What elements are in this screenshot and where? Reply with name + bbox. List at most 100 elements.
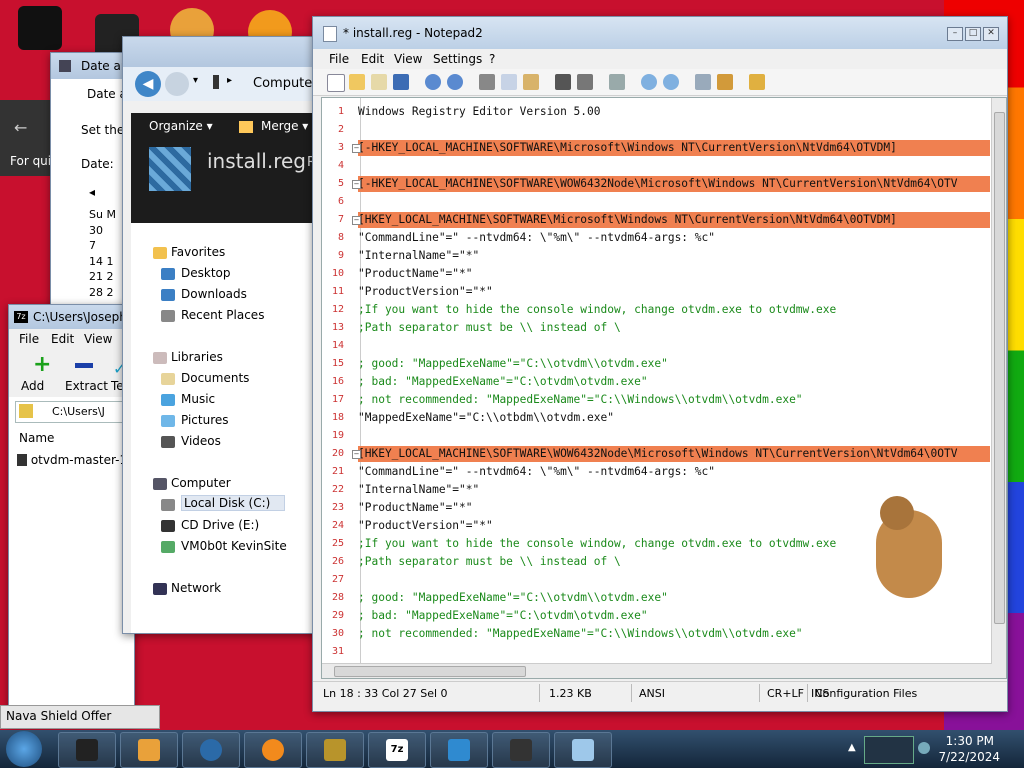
horizontal-scrollbar[interactable] bbox=[322, 663, 992, 678]
comment-line[interactable]: ; bad: "MappedExeName"="C:\otvdm\otvdm.e… bbox=[358, 608, 990, 624]
fold-toggle-icon[interactable]: − bbox=[352, 144, 361, 153]
code-line[interactable] bbox=[358, 338, 990, 354]
start-button[interactable] bbox=[6, 731, 42, 767]
code-line[interactable]: "ProductName"="*" bbox=[358, 266, 990, 282]
nav-item-downloads[interactable]: Downloads bbox=[181, 287, 247, 301]
code-line[interactable]: "CommandLine"=" --ntvdm64: \"%m\" --ntvd… bbox=[358, 230, 990, 246]
undo-icon[interactable] bbox=[425, 74, 441, 90]
explorer-window[interactable]: ◀ ▾ ▸ Computer Organize ▾ Merge ▾ instal… bbox=[122, 36, 329, 634]
sevenzip-menu-file[interactable]: File bbox=[19, 332, 39, 346]
fold-toggle-icon[interactable]: − bbox=[352, 216, 361, 225]
breadcrumb-computer[interactable]: Computer bbox=[253, 76, 318, 91]
back-arrow-icon[interactable]: ← bbox=[14, 118, 27, 137]
zoom-out-icon[interactable] bbox=[663, 74, 679, 90]
paste-icon[interactable] bbox=[523, 74, 539, 90]
open-folder-icon[interactable] bbox=[349, 74, 365, 90]
status-eol[interactable]: CR+LF bbox=[767, 687, 804, 700]
redo-icon[interactable] bbox=[447, 74, 463, 90]
fold-toggle-icon[interactable]: − bbox=[352, 450, 361, 459]
sevenzip-path-bar[interactable]: C:\Users\J bbox=[15, 401, 134, 423]
scheme-icon[interactable] bbox=[695, 74, 711, 90]
vertical-scrollbar[interactable] bbox=[991, 98, 1006, 678]
calendar-row[interactable]: 21 2 bbox=[89, 269, 116, 285]
nav-item-vm0b0t-kevinsite[interactable]: VM0b0t KevinSite bbox=[181, 539, 287, 553]
organize-button[interactable]: Organize ▾ bbox=[149, 119, 213, 133]
network-tray-icon[interactable] bbox=[918, 742, 930, 754]
registry-section-line[interactable]: [HKEY_LOCAL_MACHINE\SOFTWARE\WOW6432Node… bbox=[358, 446, 990, 462]
taskbar-app-9[interactable] bbox=[554, 732, 612, 768]
notepad2-window[interactable]: * install.reg - Notepad2 – □ ✕ File Edit… bbox=[312, 16, 1008, 712]
nava-shield-offer-bar[interactable]: Nava Shield Offer bbox=[0, 705, 160, 729]
registry-section-line[interactable]: [HKEY_LOCAL_MACHINE\SOFTWARE\Microsoft\W… bbox=[358, 212, 990, 228]
find-icon[interactable] bbox=[555, 74, 571, 90]
nav-item-favorites[interactable]: Favorites bbox=[171, 245, 225, 259]
nav-item-local-disk-c-[interactable]: Local Disk (C:) bbox=[181, 495, 286, 511]
menu-file[interactable]: File bbox=[329, 52, 349, 66]
code-line[interactable]: "ProductVersion"="*" bbox=[358, 284, 990, 300]
clock-date[interactable]: 7/22/2024 bbox=[938, 750, 1000, 764]
horizontal-scroll-thumb[interactable] bbox=[334, 666, 526, 677]
taskbar-app-3[interactable] bbox=[182, 732, 240, 768]
merge-button[interactable]: Merge ▾ bbox=[261, 119, 308, 133]
comment-line[interactable]: ;Path separator must be \\ instead of \ bbox=[358, 320, 990, 336]
taskbar-app-6[interactable]: 7z bbox=[368, 732, 426, 768]
code-line[interactable]: "MappedExeName"="C:\\otbdm\\otvdm.exe" bbox=[358, 410, 990, 426]
sevenzip-menu-view[interactable]: View bbox=[84, 332, 112, 346]
fold-toggle-icon[interactable]: − bbox=[352, 180, 361, 189]
maximize-button[interactable]: □ bbox=[965, 27, 981, 41]
code-line[interactable] bbox=[358, 194, 990, 210]
extract-button[interactable]: Extract bbox=[65, 353, 109, 393]
zoom-in-icon[interactable] bbox=[641, 74, 657, 90]
cut-icon[interactable] bbox=[479, 74, 495, 90]
nav-item-music[interactable]: Music bbox=[181, 392, 215, 406]
status-scheme[interactable]: Configuration Files bbox=[815, 687, 917, 700]
nav-item-recent-places[interactable]: Recent Places bbox=[181, 308, 264, 322]
taskbar-app-4[interactable] bbox=[244, 732, 302, 768]
menu-view[interactable]: View bbox=[394, 52, 422, 66]
new-file-icon[interactable] bbox=[327, 74, 345, 92]
vertical-scroll-thumb[interactable] bbox=[994, 112, 1005, 624]
clock-time[interactable]: 1:30 PM bbox=[946, 734, 994, 748]
nav-item-documents[interactable]: Documents bbox=[181, 371, 249, 385]
calendar-grid[interactable]: Su M 30 7 14 1 21 2 28 2 bbox=[89, 207, 116, 300]
nav-item-desktop[interactable]: Desktop bbox=[181, 266, 231, 280]
calendar-row[interactable]: 7 bbox=[89, 238, 116, 254]
calendar-row[interactable]: Su M bbox=[89, 207, 116, 223]
calendar-row[interactable]: 28 2 bbox=[89, 285, 116, 301]
calendar-row[interactable]: 30 bbox=[89, 223, 116, 239]
calendar-prev-icon[interactable]: ◂ bbox=[89, 185, 95, 199]
copy-icon[interactable] bbox=[501, 74, 517, 90]
customize-scheme-icon[interactable] bbox=[717, 74, 733, 90]
menu-edit[interactable]: Edit bbox=[361, 52, 384, 66]
sevenzip-path[interactable]: C:\Users\J bbox=[52, 405, 105, 418]
hamster-desktop-pet[interactable] bbox=[864, 496, 946, 600]
nav-item-videos[interactable]: Videos bbox=[181, 434, 221, 448]
browse-icon[interactable] bbox=[371, 74, 387, 90]
column-header-name[interactable]: Name bbox=[19, 431, 54, 445]
replace-icon[interactable] bbox=[577, 74, 593, 90]
comment-line[interactable]: ; not recommended: "MappedExeName"="C:\\… bbox=[358, 392, 990, 408]
folder-up-icon[interactable] bbox=[19, 404, 33, 418]
comment-line[interactable]: ; bad: "MappedExeName"="C:\otvdm\otvdm.e… bbox=[358, 374, 990, 390]
code-line[interactable]: "CommandLine"=" --ntvdm64: \"%m\" --ntvd… bbox=[358, 464, 990, 480]
comment-line[interactable]: ;If you want to hide the console window,… bbox=[358, 302, 990, 318]
back-button[interactable]: ◀ bbox=[135, 71, 161, 97]
tray-expand-icon[interactable]: ▲ bbox=[848, 742, 856, 753]
close-button[interactable]: ✕ bbox=[983, 27, 999, 41]
code-line[interactable] bbox=[358, 644, 990, 660]
sevenzip-file-row[interactable]: otvdm-master-1 bbox=[17, 453, 127, 467]
sevenzip-window[interactable]: 7z C:\Users\Joseph File Edit View + Add … bbox=[8, 304, 135, 726]
registry-section-line[interactable]: [-HKEY_LOCAL_MACHINE\SOFTWARE\Microsoft\… bbox=[358, 140, 990, 156]
nav-item-pictures[interactable]: Pictures bbox=[181, 413, 229, 427]
tray-app-icon[interactable] bbox=[864, 736, 914, 764]
nav-item-network[interactable]: Network bbox=[171, 581, 221, 595]
add-button[interactable]: + Add bbox=[21, 353, 65, 394]
desktop-icon-bin[interactable] bbox=[18, 6, 62, 50]
comment-line[interactable]: ; good: "MappedExeName"="C:\\otvdm\\otvd… bbox=[358, 356, 990, 372]
taskbar-app-7[interactable] bbox=[430, 732, 488, 768]
status-encoding[interactable]: ANSI bbox=[639, 687, 665, 700]
registry-section-line[interactable]: [-HKEY_LOCAL_MACHINE\SOFTWARE\WOW6432Nod… bbox=[358, 176, 990, 192]
menu-settings[interactable]: Settings bbox=[433, 52, 482, 66]
nav-item-libraries[interactable]: Libraries bbox=[171, 350, 223, 364]
save-icon[interactable] bbox=[393, 74, 409, 90]
